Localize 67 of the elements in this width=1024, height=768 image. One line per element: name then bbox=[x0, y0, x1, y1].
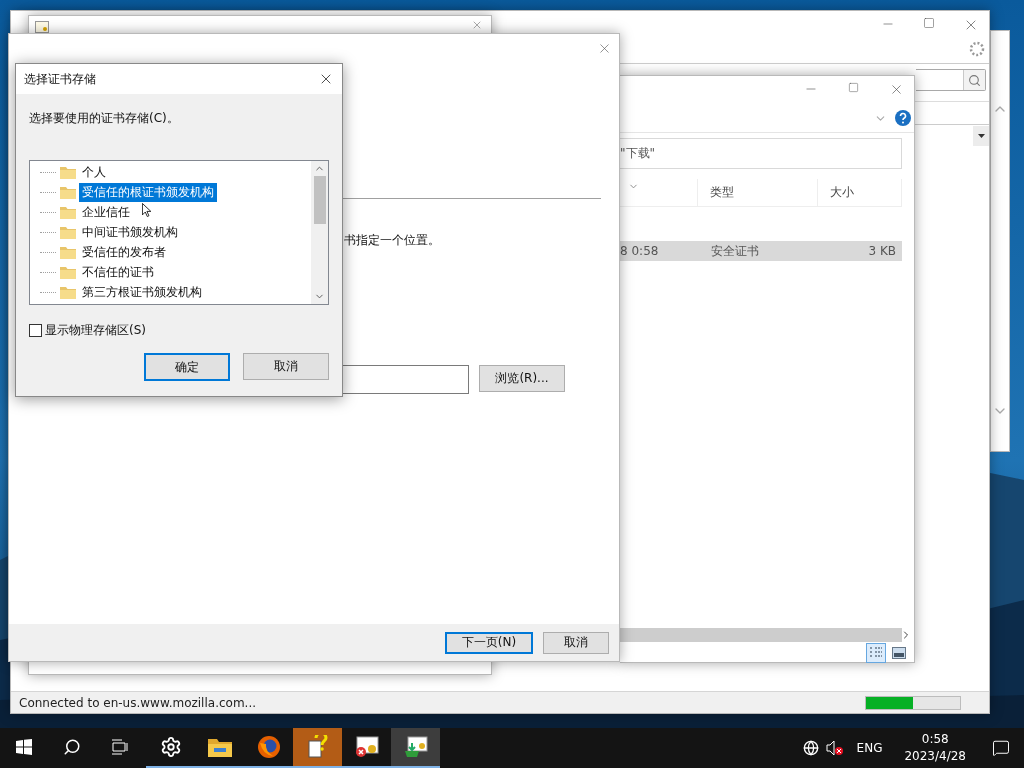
folder-icon bbox=[60, 265, 76, 279]
help-icon[interactable] bbox=[895, 110, 911, 126]
network-icon[interactable] bbox=[802, 740, 819, 756]
search-icon bbox=[63, 738, 81, 756]
prompt-text: 选择要使用的证书存储(C)。 bbox=[29, 110, 180, 127]
checkbox[interactable] bbox=[29, 324, 42, 337]
cancel-button[interactable]: 取消 bbox=[543, 631, 609, 654]
folder-icon bbox=[60, 185, 76, 199]
settings-icon bbox=[159, 736, 182, 758]
clock-time: 0:58 bbox=[921, 731, 949, 748]
next-button[interactable]: 下一页(N) bbox=[445, 631, 533, 654]
muted-speaker-icon[interactable] bbox=[825, 740, 844, 756]
maximize-icon[interactable] bbox=[923, 17, 935, 29]
tree-item[interactable]: 企业信任 bbox=[79, 202, 133, 222]
ok-button[interactable]: 确定 bbox=[144, 353, 230, 381]
dialog-title: 选择证书存储 bbox=[24, 70, 96, 88]
folder-icon bbox=[60, 205, 76, 219]
table-cell-text: 3 KB bbox=[867, 244, 897, 258]
folder-icon bbox=[60, 225, 76, 239]
certificate-icon bbox=[353, 735, 380, 759]
cancel-button[interactable]: 取消 bbox=[243, 353, 329, 380]
tree-item[interactable]: 不信任的证书 bbox=[79, 262, 157, 282]
scrollbar-thumb[interactable] bbox=[313, 176, 326, 224]
clock-date: 2023/4/28 bbox=[904, 748, 966, 765]
table-cell-text: 8 0:58 bbox=[620, 244, 660, 258]
path-field[interactable] bbox=[341, 365, 469, 394]
status-text: Connected to en-us.www.mozilla.com... bbox=[19, 695, 257, 710]
file-row[interactable]: 8 0:58 安全证书 3 KB bbox=[620, 241, 902, 261]
instruction-text: 书指定一个位置。 bbox=[344, 232, 440, 249]
folder-icon bbox=[60, 165, 76, 179]
tree-item[interactable]: 中间证书颁发机构 bbox=[79, 222, 181, 242]
maximize-icon[interactable] bbox=[848, 82, 859, 93]
column-header[interactable]: 类型 bbox=[710, 184, 734, 201]
windows-logo-icon bbox=[16, 739, 32, 755]
close-icon[interactable] bbox=[889, 82, 904, 97]
tree-item[interactable]: 个人 bbox=[79, 162, 109, 182]
column-header[interactable]: 大小 bbox=[830, 184, 854, 201]
language-indicator[interactable]: ENG bbox=[846, 741, 893, 755]
checkbox-label[interactable]: 显示物理存储区(S) bbox=[45, 322, 146, 339]
table-cell-text: 安全证书 bbox=[710, 242, 760, 260]
tree-item[interactable]: 第三方根证书颁发机构 bbox=[79, 282, 205, 302]
installer-icon bbox=[402, 735, 429, 759]
help-document-icon bbox=[306, 735, 329, 759]
dropdown-button[interactable] bbox=[973, 126, 989, 146]
details-view-icon bbox=[869, 646, 883, 660]
clock[interactable]: 0:58 2023/4/28 bbox=[892, 731, 978, 765]
search-icon[interactable] bbox=[968, 73, 981, 87]
taskbar-app-button[interactable] bbox=[293, 728, 342, 768]
notification-icon[interactable] bbox=[992, 739, 1010, 757]
dropdown-arrow-icon bbox=[977, 134, 985, 138]
search-field[interactable] bbox=[916, 69, 986, 91]
certificate-icon bbox=[35, 21, 49, 33]
scrollbar[interactable] bbox=[311, 161, 328, 304]
taskbar-app-button[interactable] bbox=[391, 728, 440, 768]
browse-button[interactable]: 浏览(R)... bbox=[479, 365, 565, 392]
thumbnail-view-icon bbox=[892, 647, 906, 659]
loading-spinner-icon bbox=[969, 41, 985, 57]
folder-icon bbox=[60, 285, 76, 299]
browser-icon bbox=[256, 735, 281, 759]
cursor-icon bbox=[142, 203, 151, 217]
tree-item[interactable]: 受信任的根证书颁发机构 bbox=[79, 182, 217, 202]
task-view-icon bbox=[111, 739, 129, 755]
folder-icon bbox=[207, 737, 232, 757]
scrollbar[interactable] bbox=[620, 628, 902, 642]
tree-item[interactable]: 受信任的发布者 bbox=[79, 242, 169, 262]
folder-icon bbox=[60, 245, 76, 259]
search-field[interactable]: "下载" bbox=[620, 138, 902, 169]
